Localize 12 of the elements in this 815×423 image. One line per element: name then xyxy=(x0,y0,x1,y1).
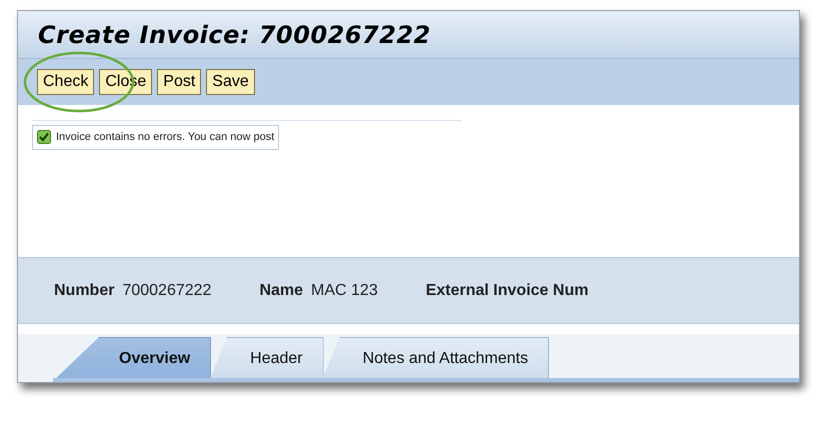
field-value: MAC 123 xyxy=(311,280,378,300)
field-label: Name xyxy=(259,280,304,300)
field-label: External Invoice Num xyxy=(426,280,588,300)
field-label: Number xyxy=(54,280,114,300)
message-text: Invoice contains no errors. You can now post xyxy=(56,130,274,145)
tab[interactable]: Header xyxy=(209,337,324,381)
tab[interactable]: Notes and Attachments xyxy=(322,337,550,381)
toolbar-button[interactable]: Check xyxy=(37,69,94,95)
window-title: Create Invoice: 7000267222 xyxy=(38,20,431,50)
toolbar-button[interactable]: Post xyxy=(157,69,202,95)
field-value: 7000267222 xyxy=(122,280,212,300)
toolbar-button[interactable]: Save xyxy=(206,69,255,95)
